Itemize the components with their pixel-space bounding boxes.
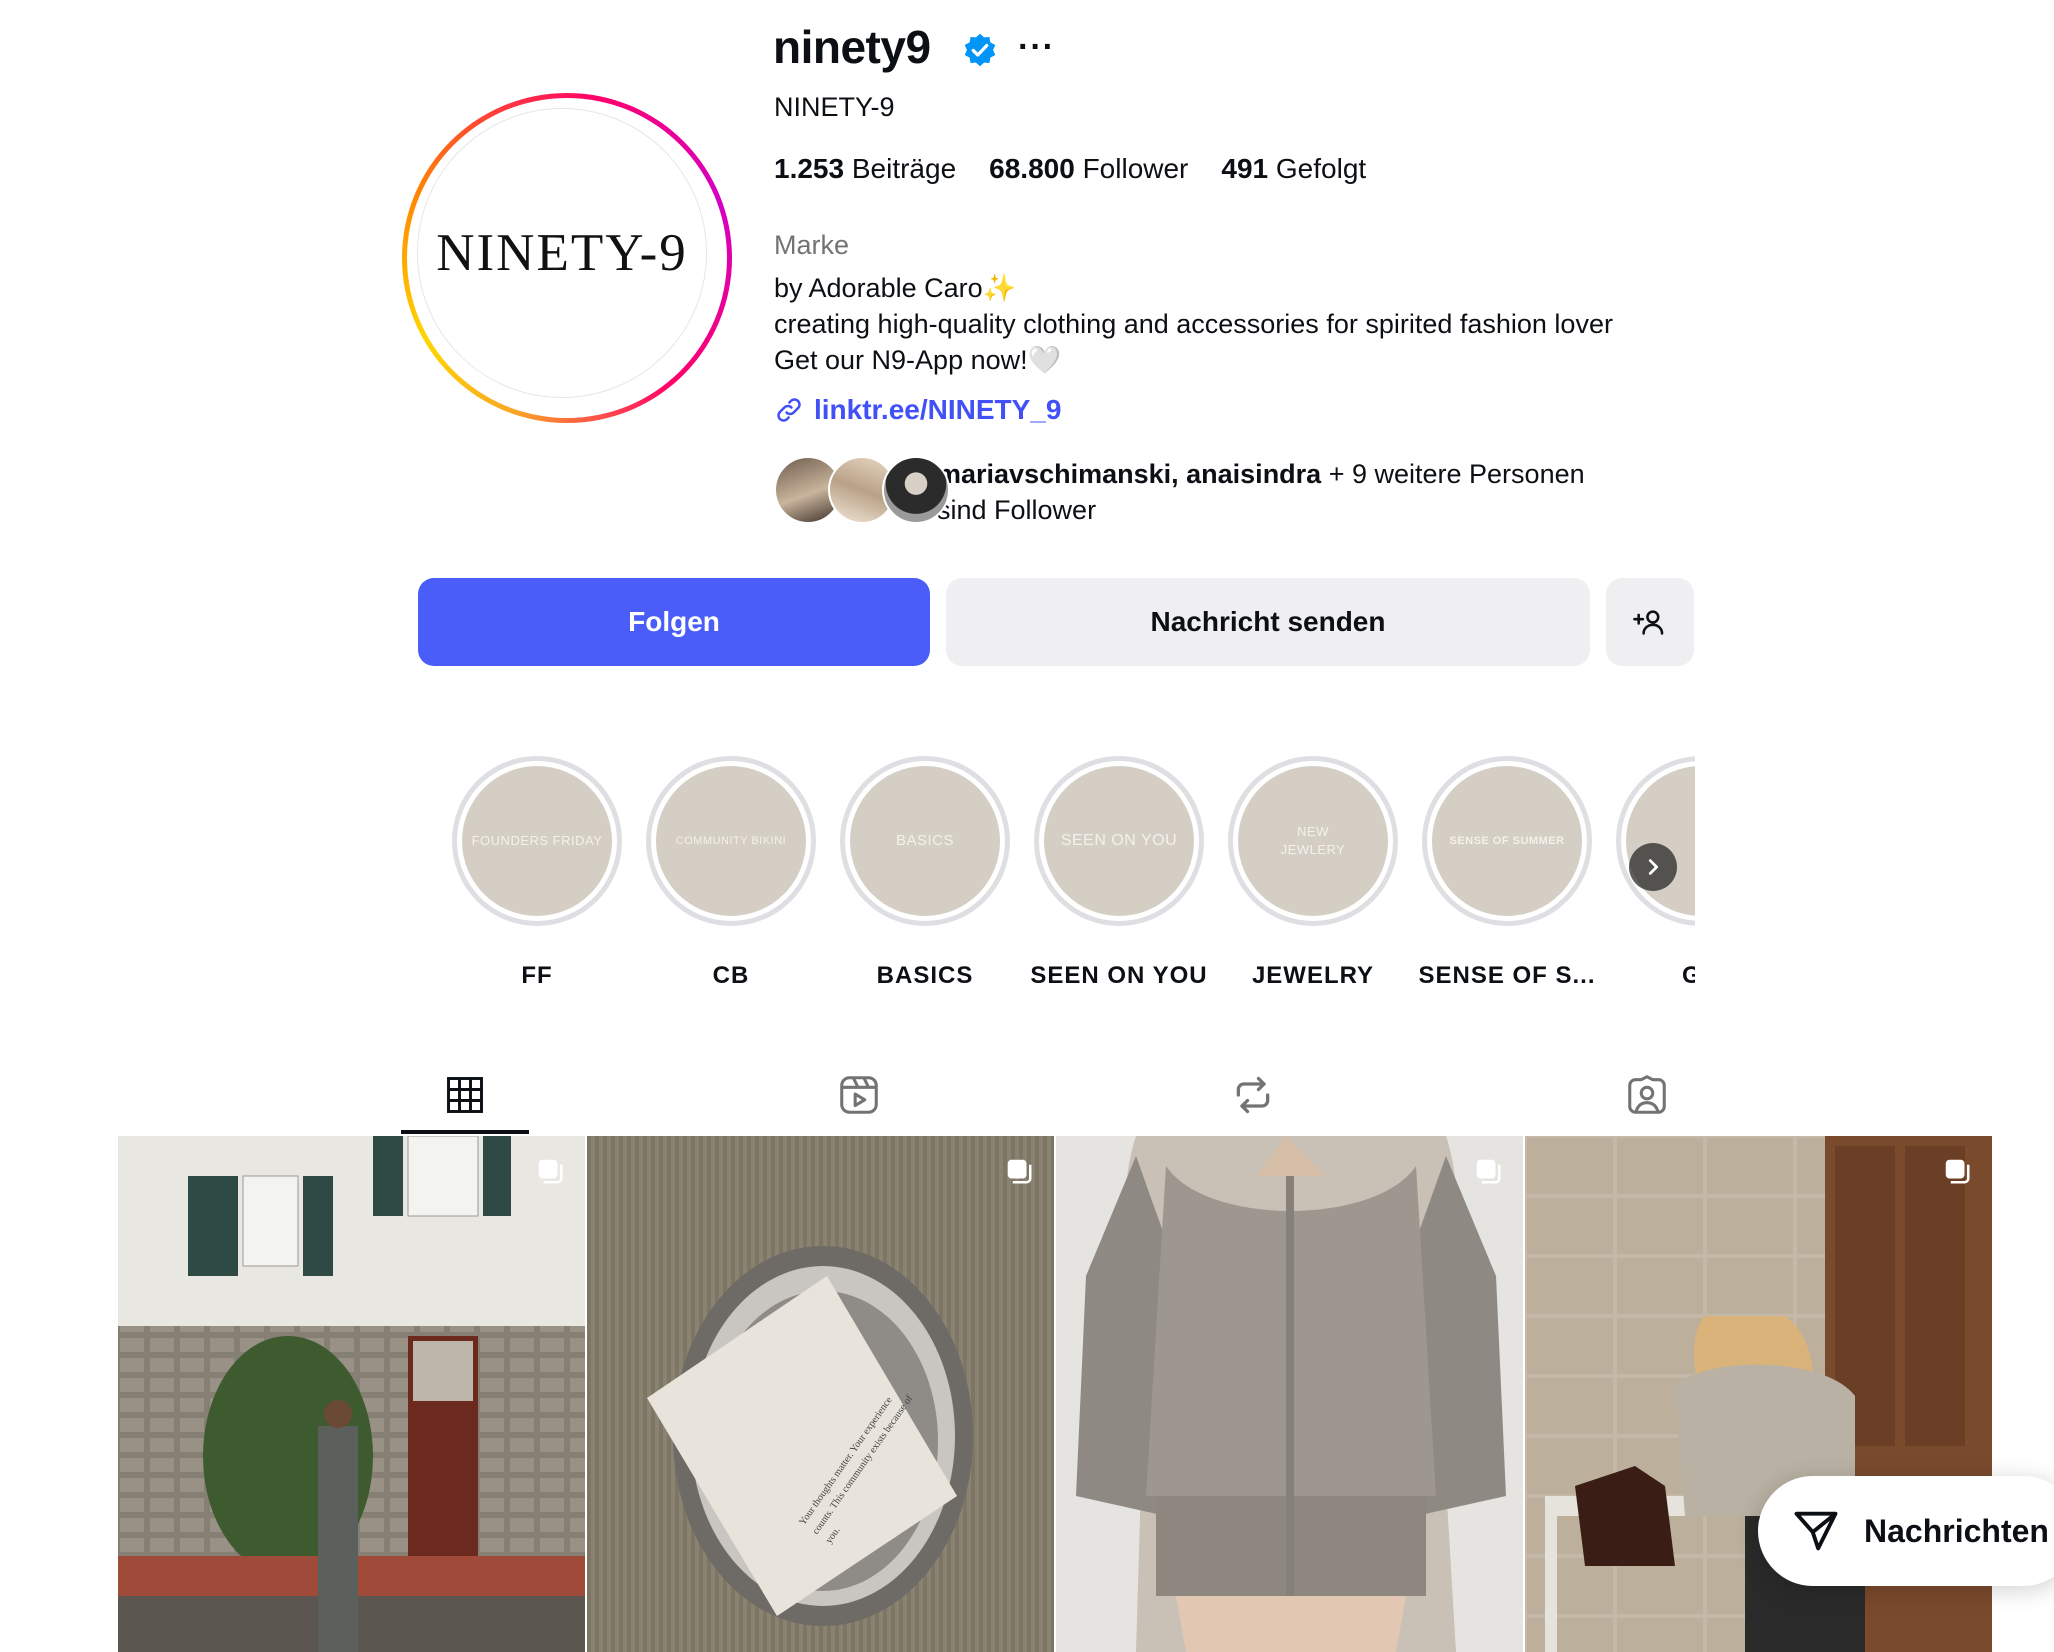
profile-bio: by Adorable Caro✨ creating high-quality …	[774, 270, 1613, 378]
story-highlights: FOUNDERS FRIDAY FF COMMUNITY BIKINI CB B…	[440, 756, 1695, 996]
post-image	[118, 1136, 585, 1652]
followed-by-line2: sind Follower	[937, 495, 1097, 525]
highlight-item[interactable]: SEEN ON YOU SEEN ON YOU	[1022, 756, 1216, 990]
avatar-image: NINETY-9	[417, 108, 707, 398]
highlight-cover: FOUNDERS FRIDAY	[462, 766, 612, 916]
send-message-button[interactable]: Nachricht senden	[946, 578, 1590, 666]
messages-button[interactable]: Nachrichten	[1758, 1476, 2054, 1586]
highlight-item[interactable]: SENSE OF SUMMER SENSE OF S...	[1410, 756, 1604, 990]
bio-line: creating high-quality clothing and acces…	[774, 309, 1613, 339]
stat-posts[interactable]: 1.253 Beiträge	[774, 153, 956, 185]
more-options-icon[interactable]: ···	[1018, 28, 1055, 67]
highlight-ring: BASICS	[840, 756, 1010, 926]
carousel-icon	[1945, 1159, 1970, 1184]
tab-posts[interactable]	[400, 1060, 530, 1130]
stat-posts-label: Beiträge	[851, 153, 957, 184]
stat-following-label: Gefolgt	[1275, 153, 1367, 184]
highlight-item[interactable]: FOUNDERS FRIDAY FF	[440, 756, 634, 990]
tab-tagged[interactable]	[1582, 1060, 1712, 1130]
highlight-label: JEWELRY	[1251, 962, 1375, 989]
highlight-cover: SEEN ON YOU	[1044, 766, 1194, 916]
post-thumbnail[interactable]	[118, 1136, 585, 1652]
carousel-icon	[538, 1159, 563, 1184]
tab-reels[interactable]	[794, 1060, 924, 1130]
follow-button[interactable]: Folgen	[418, 578, 930, 666]
stat-following[interactable]: 491 Gefolgt	[1221, 153, 1366, 185]
followed-by-names: mariavschimanski, anaisindra	[937, 459, 1322, 489]
highlight-ring: GA	[1616, 756, 1695, 926]
verified-badge-icon	[964, 33, 996, 67]
grid-icon	[447, 1077, 483, 1113]
highlight-ring: NEW JEWLERY	[1228, 756, 1398, 926]
bio-line: by Adorable Caro✨	[774, 273, 1017, 303]
profile-avatar[interactable]: NINETY-9	[402, 93, 732, 423]
profile-link-text: linktr.ee/NINETY_9	[814, 394, 1062, 425]
tagged-icon	[1628, 1075, 1666, 1114]
highlight-ring: SEEN ON YOU	[1034, 756, 1204, 926]
highlight-cover: SENSE OF SUMMER	[1432, 766, 1582, 916]
highlight-label: FF	[521, 962, 553, 989]
tab-reposts[interactable]	[1188, 1060, 1318, 1130]
follower-avatars	[774, 456, 952, 524]
followed-by-text: mariavschimanski, anaisindra + 9 weitere…	[937, 456, 1637, 528]
profile-full-name: NINETY-9	[774, 92, 895, 122]
highlight-ring: SENSE OF SUMMER	[1422, 756, 1592, 926]
stat-followers[interactable]: 68.800 Follower	[989, 153, 1188, 185]
highlight-cover: BASICS	[850, 766, 1000, 916]
link-icon	[777, 398, 801, 422]
post-image	[1056, 1136, 1523, 1652]
messages-label: Nachrichten	[1864, 1512, 2049, 1549]
highlight-label: SEEN ON YOU	[1030, 962, 1208, 989]
highlight-label: GA	[1682, 962, 1695, 989]
post-image	[587, 1136, 1054, 1652]
reels-icon	[840, 1076, 878, 1114]
highlight-item[interactable]: NEW JEWLERY JEWELRY	[1216, 756, 1410, 990]
bio-line: Get our N9-App now!🤍	[774, 345, 1062, 375]
highlight-ring: COMMUNITY BIKINI	[646, 756, 816, 926]
highlight-ring: FOUNDERS FRIDAY	[452, 756, 622, 926]
carousel-icon	[1476, 1159, 1501, 1184]
stat-followers-count: 68.800	[989, 153, 1075, 184]
stat-posts-count: 1.253	[774, 153, 845, 184]
highlight-label: BASICS	[876, 962, 974, 989]
followed-by-rest: + 9 weitere Personen	[1321, 459, 1585, 489]
send-icon	[1794, 1511, 1838, 1551]
suggested-users-button[interactable]	[1606, 578, 1694, 666]
stat-following-count: 491	[1221, 153, 1269, 184]
stat-followers-label: Follower	[1082, 153, 1189, 184]
avatar-logo-text: NINETY-9	[436, 224, 688, 282]
highlight-cover: NEW JEWLERY	[1238, 766, 1388, 916]
profile-link[interactable]: linktr.ee/NINETY_9	[774, 394, 1061, 426]
highlight-label: SENSE OF S...	[1418, 962, 1596, 989]
carousel-icon	[1007, 1159, 1032, 1184]
highlights-next-button[interactable]	[1629, 843, 1677, 891]
highlight-item[interactable]: BASICS BASICS	[828, 756, 1022, 990]
highlight-cover: GA	[1626, 766, 1695, 916]
post-thumbnail[interactable]: Your thoughts matter. Your experience co…	[587, 1136, 1054, 1652]
chevron-right-icon	[1648, 859, 1659, 875]
highlight-label: CB	[712, 962, 750, 989]
reposts-icon	[1236, 1076, 1270, 1114]
profile-stats: 1.253 Beiträge 68.800 Follower 491 Gefol…	[774, 153, 1366, 185]
follower-avatar	[882, 456, 950, 524]
highlight-cover: COMMUNITY BIKINI	[656, 766, 806, 916]
highlight-item[interactable]: COMMUNITY BIKINI CB	[634, 756, 828, 990]
add-user-icon	[1633, 610, 1664, 635]
followed-by[interactable]: mariavschimanski, anaisindra + 9 weitere…	[774, 456, 1637, 528]
profile-category: Marke	[774, 230, 850, 260]
active-tab-indicator	[401, 1130, 529, 1134]
post-thumbnail[interactable]	[1056, 1136, 1523, 1652]
profile-username: ninety9	[773, 21, 931, 73]
